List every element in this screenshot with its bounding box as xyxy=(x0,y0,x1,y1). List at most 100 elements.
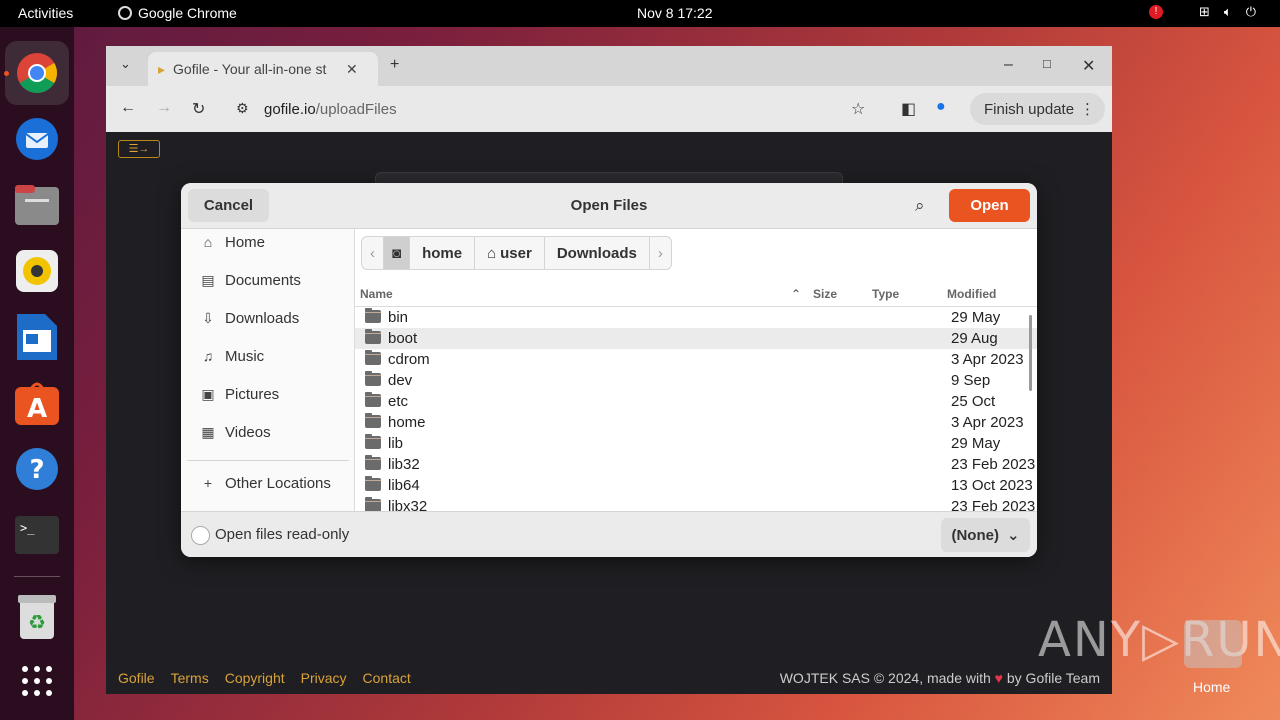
folder-icon xyxy=(365,308,381,323)
activities-button[interactable]: Activities xyxy=(18,5,73,21)
back-icon[interactable]: ← xyxy=(120,99,136,117)
pictures-icon: ▣ xyxy=(201,385,215,402)
sidebar-item-downloads[interactable]: ⇩ Downloads xyxy=(201,306,299,330)
power-icon: ⏻ xyxy=(1245,4,1256,19)
files-dock-icon[interactable] xyxy=(13,181,61,229)
desktop-home-icon[interactable] xyxy=(1184,620,1242,668)
column-modified[interactable]: Modified xyxy=(947,287,996,301)
tab-strip: ⌄ ▸ Gofile - Your all-in-one st ✕ + – □ … xyxy=(106,46,1112,86)
file-modified: 13 Oct 2023 xyxy=(951,477,1033,494)
path-segment-downloads[interactable]: Downloads xyxy=(545,237,650,269)
file-filter-dropdown[interactable]: (None) ⌄ xyxy=(941,518,1030,552)
app-center-dock-icon[interactable]: A xyxy=(13,379,61,427)
folder-icon xyxy=(365,392,381,407)
path-segment-label: Downloads xyxy=(556,244,637,262)
more-menu-icon[interactable]: ⋮ xyxy=(1080,100,1095,118)
minimize-icon[interactable]: – xyxy=(1004,56,1013,74)
file-name: lib32 xyxy=(388,456,420,473)
thunderbird-dock-icon[interactable] xyxy=(13,115,61,163)
sidebar-item-videos[interactable]: ▦ Videos xyxy=(201,420,271,444)
maximize-icon[interactable]: □ xyxy=(1043,56,1051,71)
footer-link-copyright[interactable]: Copyright xyxy=(225,670,285,686)
app-menu[interactable]: Google Chrome xyxy=(118,5,237,21)
site-info-icon[interactable]: ⚙ xyxy=(236,100,249,117)
libreoffice-writer-dock-icon[interactable] xyxy=(13,313,61,361)
close-window-icon[interactable]: ✕ xyxy=(1082,56,1095,76)
dock-separator xyxy=(14,576,60,577)
svg-text:♻: ♻ xyxy=(28,610,46,634)
trash-dock-icon[interactable]: ♻ xyxy=(13,593,61,641)
footer-link-privacy[interactable]: Privacy xyxy=(301,670,347,686)
videos-icon: ▦ xyxy=(201,423,215,440)
menu-toggle-button[interactable]: ☰→ xyxy=(118,140,160,158)
file-row[interactable]: home 3 Apr 2023 xyxy=(355,412,1037,433)
readonly-checkbox[interactable] xyxy=(191,526,210,545)
sidebar-item-other-locations[interactable]: + Other Locations xyxy=(201,471,331,495)
sidebar-item-documents[interactable]: ▤ Documents xyxy=(201,268,301,292)
side-panel-icon[interactable]: ◧ xyxy=(901,99,916,119)
file-name: dev xyxy=(388,372,413,389)
file-row[interactable]: bin 29 May xyxy=(355,307,1037,328)
folder-icon xyxy=(365,455,381,470)
path-scroll-left-icon[interactable]: ‹ xyxy=(362,237,384,269)
footer-link-terms[interactable]: Terms xyxy=(171,670,209,686)
forward-icon[interactable]: → xyxy=(156,99,172,117)
file-name: libx32 xyxy=(388,498,428,511)
sidebar-item-music[interactable]: ♫ Music xyxy=(201,344,264,368)
tab-search-icon[interactable]: ⌄ xyxy=(120,56,131,72)
new-tab-icon[interactable]: + xyxy=(390,56,399,74)
file-row[interactable]: lib 29 May xyxy=(355,433,1037,454)
sidebar-item-label: Music xyxy=(225,347,265,365)
home-folder-icon: ⌂ xyxy=(487,244,497,262)
sidebar-item-label: Videos xyxy=(225,423,271,441)
path-segment-home[interactable]: home xyxy=(410,237,476,269)
folder-icon xyxy=(365,497,381,511)
file-row[interactable]: libx32 23 Feb 2023 xyxy=(355,496,1037,511)
app-name: Google Chrome xyxy=(138,5,237,21)
rhythmbox-dock-icon[interactable] xyxy=(13,247,61,295)
chrome-dock-icon[interactable] xyxy=(13,49,61,97)
file-row[interactable]: etc 25 Oct xyxy=(355,391,1037,412)
open-button[interactable]: Open xyxy=(949,189,1030,222)
documents-icon: ▤ xyxy=(201,271,215,288)
open-files-dialog: Cancel Open Files ⌕ Open ⌂ Home ▤ Document… xyxy=(181,183,1037,557)
close-tab-icon[interactable]: ✕ xyxy=(346,61,358,78)
path-segment-user[interactable]: ⌂ user xyxy=(475,237,545,269)
file-row[interactable]: lib32 23 Feb 2023 xyxy=(355,454,1037,475)
column-size[interactable]: Size xyxy=(813,287,837,301)
footer-link-contact[interactable]: Contact xyxy=(363,670,411,686)
sidebar-item-home[interactable]: ⌂ Home xyxy=(201,230,265,254)
bookmark-star-icon[interactable]: ☆ xyxy=(851,99,865,119)
column-type[interactable]: Type xyxy=(872,287,899,301)
tab-gofile[interactable]: ▸ Gofile - Your all-in-one st ✕ xyxy=(148,52,378,86)
terminal-dock-icon[interactable]: >_ xyxy=(13,511,61,559)
running-indicator xyxy=(4,71,9,76)
reload-icon[interactable]: ↻ xyxy=(192,99,205,119)
alert-icon[interactable]: ! xyxy=(1148,5,1163,19)
file-row[interactable]: lib64 13 Oct 2023 xyxy=(355,475,1037,496)
path-scroll-right-icon[interactable]: › xyxy=(650,237,671,269)
search-icon[interactable]: ⌕ xyxy=(915,196,925,216)
profile-icon[interactable]: ● xyxy=(936,98,946,116)
path-root-drive[interactable]: ◙ xyxy=(384,237,411,269)
file-row[interactable]: boot 29 Aug xyxy=(355,328,1037,349)
show-apps-icon[interactable] xyxy=(13,657,61,705)
gofile-favicon-icon: ▸ xyxy=(158,60,166,77)
dialog-title: Open Files xyxy=(570,197,648,214)
clock[interactable]: Nov 8 17:22 xyxy=(637,5,713,21)
footer-link-gofile[interactable]: Gofile xyxy=(118,670,155,686)
copyright-text: WOJTEK SAS © 2024, made with ♥ by Gofile… xyxy=(780,670,1100,686)
finish-update-button[interactable]: Finish update ⋮ xyxy=(970,93,1105,125)
file-row[interactable]: cdrom 3 Apr 2023 xyxy=(355,349,1037,370)
path-bar: ‹ ◙ home ⌂ user Downloads › xyxy=(361,236,672,270)
address-bar[interactable]: ⚙ gofile.io/uploadFiles xyxy=(224,93,874,125)
file-row[interactable]: dev 9 Sep xyxy=(355,370,1037,391)
column-name[interactable]: Name xyxy=(360,287,393,301)
dock: A ? >_ ♻ xyxy=(0,27,74,720)
system-tray[interactable]: ! ⊞ 🔈︎ ⏻ xyxy=(1148,4,1256,20)
sidebar-item-pictures[interactable]: ▣ Pictures xyxy=(201,382,279,406)
desktop-home-label: Home xyxy=(1193,679,1231,695)
network-icon: ⊞ xyxy=(1198,4,1210,19)
help-dock-icon[interactable]: ? xyxy=(13,445,61,493)
file-list-scrollbar[interactable] xyxy=(1029,315,1032,391)
